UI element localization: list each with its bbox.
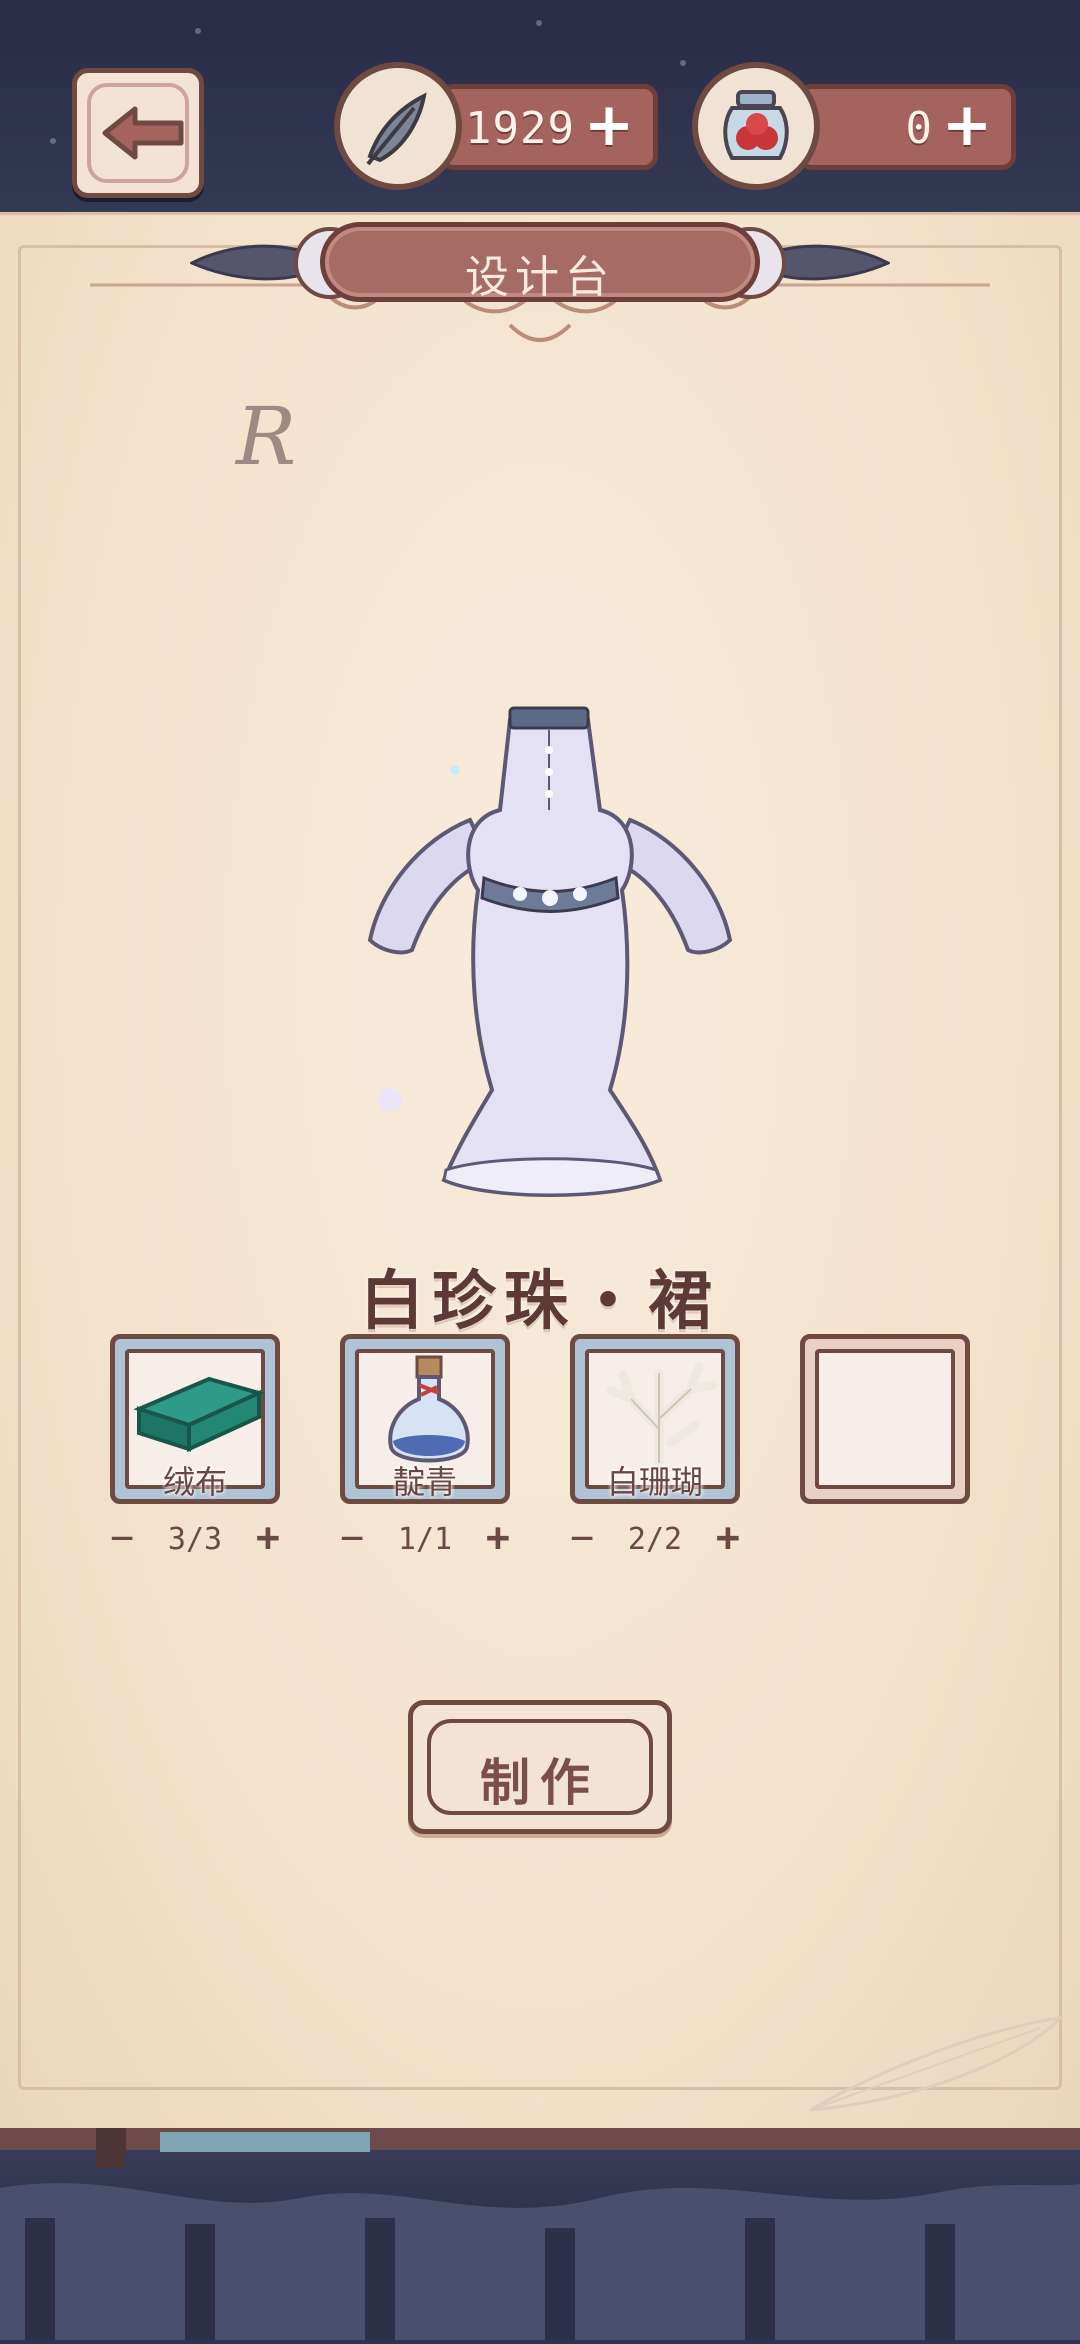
rarity-badge: R xyxy=(236,390,297,483)
back-button[interactable] xyxy=(72,68,204,198)
decrease-button[interactable]: − xyxy=(340,1518,364,1558)
material-name: 绒布 xyxy=(162,1463,227,1501)
material-slot-indigo[interactable]: 靛青 xyxy=(340,1334,510,1504)
indigo-bottle-icon xyxy=(388,1355,470,1463)
craft-button-label: 制作 xyxy=(480,1754,600,1812)
material-name: 靛青 xyxy=(392,1463,457,1501)
quill-decoration-icon xyxy=(809,2015,1065,2112)
increase-button[interactable]: + xyxy=(486,1518,510,1558)
material-quantity: 1/1 xyxy=(397,1522,453,1557)
berry-count: 0 xyxy=(905,103,933,154)
material-quantity: 2/2 xyxy=(627,1522,683,1557)
add-feather-button[interactable]: + xyxy=(579,95,639,155)
star-decoration xyxy=(50,138,56,144)
quantity-stepper: − 3/3 + xyxy=(110,1518,280,1562)
item-name: 白珍珠・裙 xyxy=(360,1265,720,1339)
feather-icon xyxy=(334,62,462,190)
feather-counter: 1929 + xyxy=(440,84,658,170)
arrow-left-icon xyxy=(102,106,184,160)
material-name: 白珊瑚 xyxy=(606,1463,703,1501)
decrease-button[interactable]: − xyxy=(570,1518,594,1558)
increase-button[interactable]: + xyxy=(256,1518,280,1558)
add-berry-button[interactable]: + xyxy=(937,95,997,155)
bottom-scenery xyxy=(0,2128,1080,2340)
material-slot-velvet[interactable]: 绒布 xyxy=(110,1334,280,1504)
feather-count: 1929 xyxy=(465,103,575,154)
berry-counter: 0 + xyxy=(798,84,1016,170)
panel-title: 设计台 xyxy=(465,252,615,303)
berry-jar-icon xyxy=(692,62,820,190)
title-banner: 设计台 xyxy=(190,208,890,318)
increase-button[interactable]: + xyxy=(716,1518,740,1558)
star-decoration xyxy=(536,20,542,26)
decrease-button[interactable]: − xyxy=(110,1518,134,1558)
craft-button[interactable]: 制作 xyxy=(408,1700,672,1834)
material-slot-empty[interactable] xyxy=(800,1334,970,1504)
star-decoration xyxy=(195,28,201,34)
material-slot-white-coral[interactable]: 白珊瑚 xyxy=(570,1334,740,1504)
white-pearl-dress-image xyxy=(367,706,733,1197)
quantity-stepper: − 1/1 + xyxy=(340,1518,510,1562)
white-coral-icon xyxy=(606,1362,718,1468)
material-quantity: 3/3 xyxy=(167,1522,223,1557)
star-decoration xyxy=(680,60,686,66)
velvet-cloth-icon xyxy=(133,1376,265,1453)
quantity-stepper: − 2/2 + xyxy=(570,1518,740,1562)
